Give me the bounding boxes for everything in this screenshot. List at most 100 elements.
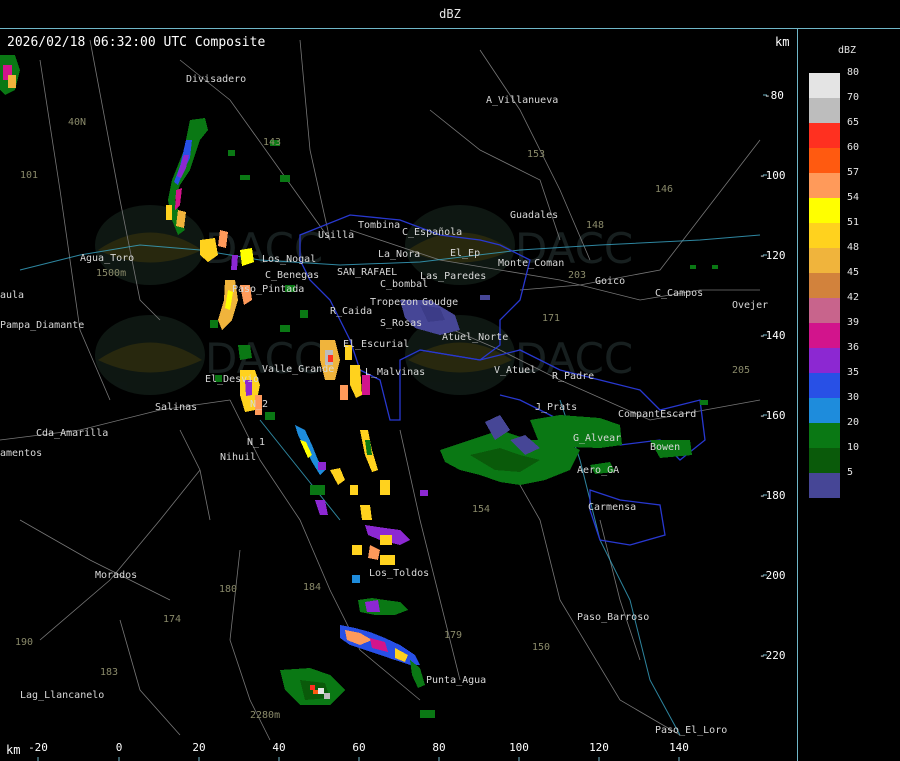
legend-label: 70: [847, 92, 860, 103]
y-tick-label: -180: [759, 489, 786, 502]
place-label: CompantEscard: [618, 409, 696, 420]
x-tick-label: 40: [272, 741, 285, 754]
place-label: Paso_El_Loro: [655, 725, 727, 736]
legend-label: 45: [847, 267, 860, 278]
legend-label: 80: [847, 67, 860, 78]
place-label: Aero_GA: [577, 465, 619, 476]
place-label: C_Benegas: [265, 270, 319, 281]
legend-swatch: [809, 148, 840, 173]
place-label: N_1: [247, 437, 265, 448]
svg-text:180: 180: [219, 584, 237, 595]
svg-text:184: 184: [303, 582, 321, 593]
x-tick-label: 80: [432, 741, 445, 754]
place-label: Cda_Amarilla: [36, 428, 108, 439]
legend-label: 5: [847, 467, 854, 478]
place-label: Agua_Toro: [80, 253, 134, 264]
legend-label: 36: [847, 342, 860, 353]
legend-swatch: [809, 373, 840, 398]
place-label: J_Prats: [535, 402, 577, 413]
legend-label: 20: [847, 417, 860, 428]
legend-swatch: [809, 248, 840, 273]
product-timestamp: 2026/02/18 06:32:00 UTC Composite: [7, 35, 266, 50]
legend-swatch: [809, 398, 840, 423]
x-tick-label: 120: [589, 741, 609, 754]
svg-text:2280m: 2280m: [250, 710, 280, 721]
legend-label: 39: [847, 317, 860, 328]
svg-text:143: 143: [263, 137, 281, 148]
place-label: Goico: [595, 276, 625, 287]
svg-text:40N: 40N: [68, 117, 86, 128]
svg-text:179: 179: [444, 630, 462, 641]
legend-swatch: [809, 73, 840, 98]
legend-swatch: [809, 298, 840, 323]
svg-text:174: 174: [163, 614, 181, 625]
place-label: Pampa_Diamante: [0, 320, 84, 331]
legend-label: 57: [847, 167, 860, 178]
place-label: Carmensa: [588, 502, 636, 513]
y-axis-unit: km: [775, 35, 790, 49]
place-label: Lag_Llancanelo: [20, 690, 104, 701]
svg-text:1500m: 1500m: [96, 268, 126, 279]
legend-unit: dBZ: [838, 45, 857, 56]
place-label: Salinas: [155, 402, 197, 413]
place-label: Punta_Agua: [426, 675, 486, 686]
place-label: S_Rosas: [380, 318, 422, 329]
window-title: dBZ: [439, 7, 461, 21]
place-label: C_Campos: [655, 288, 703, 299]
place-label: Bowen: [650, 442, 680, 453]
place-label: Atuel_Norte: [442, 332, 508, 343]
radar-echoes-convective: [0, 55, 490, 718]
y-tick-label: -140: [759, 329, 786, 342]
place-label: C_bombal: [380, 279, 428, 290]
legend-swatch: [809, 123, 840, 148]
place-label: Los_Toldos: [369, 568, 429, 579]
legend-label: 48: [847, 242, 860, 253]
x-tick-label: 20: [192, 741, 205, 754]
place-label: A_Villanueva: [486, 95, 558, 106]
place-label: C_Española: [402, 227, 462, 238]
x-axis-unit: km: [6, 743, 21, 757]
svg-text:154: 154: [472, 504, 490, 515]
legend-swatch: [809, 173, 840, 198]
y-axis-tick-labels: -80 -100 -120 -140 -160 -180 -200 -220: [759, 89, 786, 662]
svg-text:148: 148: [586, 220, 604, 231]
x-tick-label: -20: [28, 741, 48, 754]
place-label: El_Ep: [450, 248, 480, 259]
place-label: Tombina: [358, 220, 400, 231]
place-label: Tropezon: [370, 297, 418, 308]
legend-label: 42: [847, 292, 860, 303]
svg-text:150: 150: [532, 642, 550, 653]
legend-label: 35: [847, 367, 860, 378]
place-label: R_Caida: [330, 306, 372, 317]
svg-text:153: 153: [527, 149, 545, 160]
legend-swatch: [809, 273, 840, 298]
svg-text:190: 190: [15, 637, 33, 648]
legend-swatch: [809, 423, 840, 448]
place-label: R_Padre: [552, 371, 594, 382]
legend-label: 54: [847, 192, 860, 203]
place-label: Divisadero: [186, 74, 246, 85]
x-axis-tick-labels: -20 0 20 40 60 80 100 120 140: [28, 741, 689, 754]
y-tick-label: -160: [759, 409, 786, 422]
title-bar: dBZ: [0, 0, 900, 29]
place-label: Nihuil: [220, 452, 256, 463]
svg-text:183: 183: [100, 667, 118, 678]
x-tick-label: 0: [116, 741, 123, 754]
legend-label: 60: [847, 142, 860, 153]
place-label: amentos: [0, 448, 42, 459]
place-label: aula: [0, 290, 24, 301]
legend-swatch: [809, 98, 840, 123]
place-label: G_Alvear: [573, 433, 621, 444]
place-label: Ovejer: [732, 300, 768, 311]
place-label: SAN_RAFAEL: [337, 267, 397, 278]
y-tick-label: -80: [764, 89, 784, 102]
place-label: Paso_Pintada: [232, 284, 304, 295]
legend-swatch: [809, 198, 840, 223]
place-label: Morados: [95, 570, 137, 581]
place-label: N_2: [250, 399, 268, 410]
legend-label: 30: [847, 392, 860, 403]
place-label: El_Desvio: [205, 374, 259, 385]
y-tick-label: -200: [759, 569, 786, 582]
place-label: El_Escurial: [343, 339, 409, 350]
radar-map[interactable]: DACC DACC DACC DACC Divisadero A_Villanu…: [0, 29, 797, 761]
